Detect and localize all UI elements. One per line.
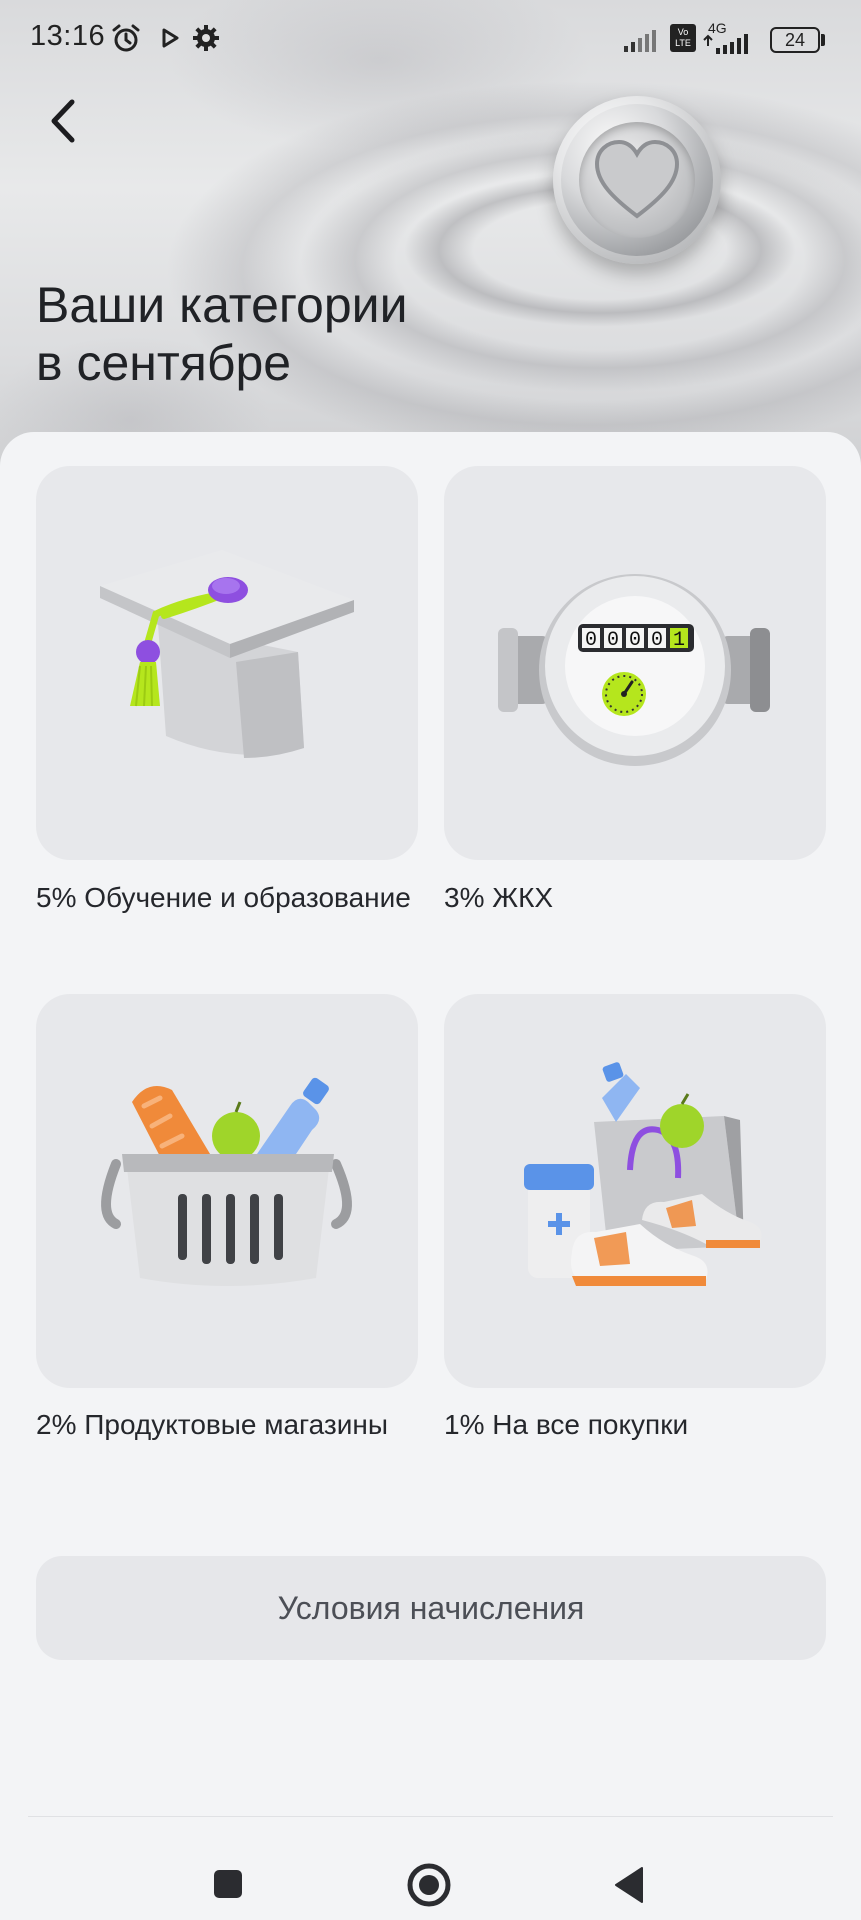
svg-text:0: 0: [585, 629, 597, 652]
volte-badge: Vo LTE: [670, 24, 696, 52]
shopping-bag-icon: [524, 1062, 762, 1286]
status-time: 13:16: [30, 20, 106, 52]
svg-text:0: 0: [607, 629, 619, 652]
grocery-basket-icon: [101, 1077, 352, 1286]
svg-text:0: 0: [651, 629, 663, 652]
category-label-education: 5% Обучение и образование: [36, 882, 411, 913]
signal-icon: [624, 30, 656, 52]
page-title-line1: Ваши категории: [36, 277, 408, 333]
nav-divider: [28, 1816, 833, 1817]
utility-meter-icon: 0 0 0 0 1: [498, 574, 770, 766]
svg-text:0: 0: [629, 629, 641, 652]
recent-apps-button[interactable]: [212, 1868, 244, 1900]
navigation-bar: [0, 1820, 861, 1920]
category-label-groceries: 2% Продуктовые магазины: [36, 1409, 388, 1440]
header-banner: 13:16 Vo LTE 4G 24 Ваши категории в сент…: [0, 0, 861, 470]
category-card-groceries[interactable]: [36, 994, 418, 1388]
graduation-cap-icon: [100, 550, 354, 758]
status-bar: 13:16 Vo LTE 4G 24: [0, 0, 861, 80]
home-button[interactable]: [406, 1862, 452, 1908]
svg-text:1: 1: [673, 629, 685, 652]
back-button[interactable]: [40, 96, 90, 146]
page-title-line2: в сентябре: [36, 335, 292, 391]
back-nav-button[interactable]: [612, 1866, 646, 1904]
category-label-all-purchases: 1% На все покупки: [444, 1409, 689, 1440]
battery-indicator: 24: [770, 27, 820, 53]
play-icon: [162, 28, 179, 48]
category-label-utilities: 3% ЖКХ: [444, 882, 554, 913]
conditions-button[interactable]: Условия начисления: [36, 1556, 826, 1660]
category-card-all-purchases[interactable]: [444, 994, 826, 1388]
signal-4g-icon: [703, 34, 748, 54]
alarm-icon: [112, 24, 140, 52]
battery-tip: [821, 34, 825, 46]
battery-level: 24: [784, 29, 806, 50]
settings-icon: [193, 25, 219, 51]
page-title: Ваши категории в сентябре: [36, 276, 556, 392]
category-card-education[interactable]: [36, 466, 418, 860]
coin-heart-icon: [553, 96, 721, 264]
category-card-utilities[interactable]: 0 0 0 0 1: [444, 466, 826, 860]
